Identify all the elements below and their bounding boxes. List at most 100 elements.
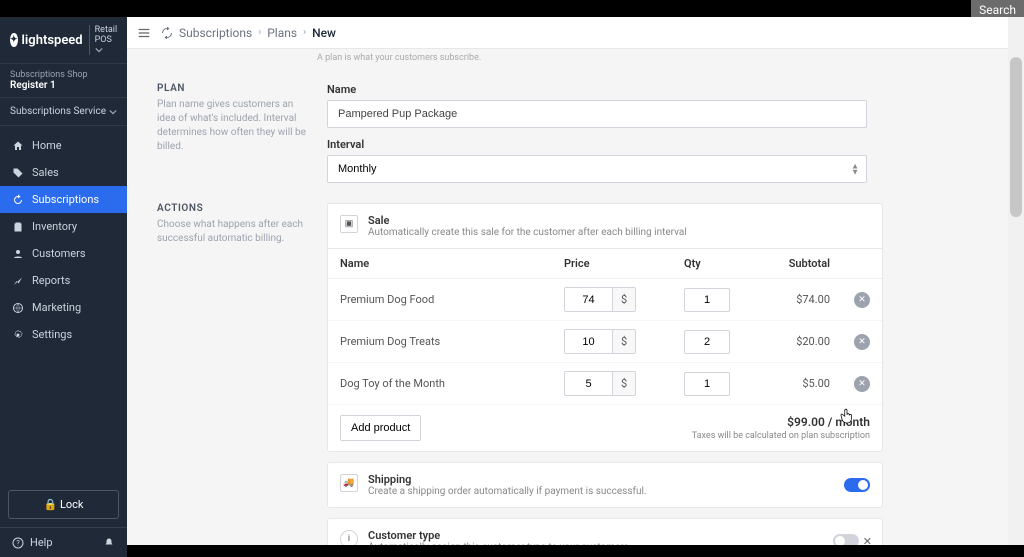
sidebar-item-label: Home — [32, 139, 62, 152]
sidebar-item-marketing[interactable]: Marketing — [0, 294, 127, 321]
tag-icon — [12, 167, 24, 179]
sale-desc: Automatically create this sale for the c… — [368, 227, 687, 238]
chevron-down-icon — [109, 108, 117, 116]
user-icon — [12, 248, 24, 260]
customer-type-panel: i Customer type Automatically assign thi… — [327, 518, 883, 545]
crumb-subscriptions[interactable]: Subscriptions — [179, 26, 252, 40]
qty-input[interactable] — [684, 330, 730, 354]
tax-note: Taxes will be calculated on plan subscri… — [692, 431, 870, 441]
price-input[interactable] — [564, 287, 612, 312]
interval-select[interactable]: Monthly — [327, 155, 867, 183]
sale-panel: ▣ Sale Automatically create this sale fo… — [327, 203, 883, 452]
name-label: Name — [327, 83, 978, 96]
table-row: Premium Dog Food$$74.00✕ — [328, 279, 882, 321]
total-amount: $99.00 / month — [692, 415, 870, 429]
sidebar-item-inventory[interactable]: Inventory — [0, 213, 127, 240]
sale-title: Sale — [368, 214, 687, 227]
truncated-intro: A plan is what your customers subscribe. — [157, 49, 978, 63]
clipboard-icon — [12, 221, 24, 233]
price-input[interactable] — [564, 371, 612, 396]
product-name: Premium Dog Treats — [328, 321, 552, 363]
shipping-toggle[interactable] — [844, 478, 870, 492]
sidebar-item-home[interactable]: Home — [0, 132, 127, 159]
refresh-icon — [12, 194, 24, 206]
sidebar-item-customers[interactable]: Customers — [0, 240, 127, 267]
sidebar-item-label: Sales — [32, 166, 59, 179]
home-icon — [12, 140, 24, 152]
section-actions-heading: ACTIONS — [157, 203, 307, 214]
subtotal: $20.00 — [762, 321, 842, 363]
cycle-icon — [161, 27, 173, 39]
col-price: Price — [552, 249, 672, 279]
table-row: Dog Toy of the Month $ $5.00 ✕ — [328, 363, 882, 405]
sidebar: ✦ lightspeed Retail POS Subscriptions Sh… — [0, 17, 127, 557]
service-selector[interactable]: Subscriptions Service — [0, 98, 127, 126]
sidebar-item-settings[interactable]: Settings — [0, 321, 127, 348]
custtype-desc: Automatically assign this customer type … — [368, 542, 631, 545]
sidebar-item-label: Inventory — [32, 220, 77, 233]
shipping-title: Shipping — [368, 473, 647, 486]
bell-icon[interactable] — [103, 537, 115, 549]
crumb-current: New — [312, 26, 336, 40]
breadcrumb: Subscriptions› Plans› New — [161, 26, 336, 40]
remove-row-button[interactable]: ✕ — [854, 376, 870, 392]
brand-sub[interactable]: Retail POS — [89, 25, 118, 55]
shop-line2: Register 1 — [10, 80, 117, 91]
sidebar-item-label: Reports — [32, 274, 70, 287]
section-actions-desc: Choose what happens after each successfu… — [157, 218, 307, 246]
sidebar-item-sales[interactable]: Sales — [0, 159, 127, 186]
shipping-desc: Create a shipping order automatically if… — [368, 486, 647, 497]
sidebar-item-label: Marketing — [32, 301, 81, 314]
main: Subscriptions› Plans› New A plan is what… — [127, 17, 1008, 545]
remove-row-button[interactable]: ✕ — [854, 334, 870, 350]
info-icon: i — [340, 530, 358, 545]
gear-icon — [12, 329, 24, 341]
globe-icon — [12, 302, 24, 314]
section-plan-heading: PLAN — [157, 83, 307, 94]
interval-label: Interval — [327, 138, 978, 151]
currency-label: $ — [612, 371, 636, 396]
shop-info[interactable]: Subscriptions Shop Register 1 — [0, 64, 127, 98]
scrollbar[interactable] — [1008, 17, 1024, 545]
truck-icon: 🚚 — [340, 474, 358, 492]
product-name: Dog Toy of the Month — [328, 363, 552, 405]
currency-label: $ — [612, 329, 636, 354]
help-link[interactable]: ?Help — [12, 536, 53, 549]
section-plan-desc: Plan name gives customers an idea of wha… — [157, 98, 307, 154]
sidebar-item-reports[interactable]: Reports — [0, 267, 127, 294]
remove-row-button[interactable]: ✕ — [854, 292, 870, 308]
help-icon: ? — [12, 537, 24, 549]
price-input[interactable] — [564, 329, 612, 354]
sidebar-item-label: Customers — [32, 247, 86, 260]
nav: Home Sales Subscriptions Inventory Custo… — [0, 126, 127, 482]
customer-type-toggle[interactable] — [833, 534, 859, 545]
sidebar-item-subscriptions[interactable]: Subscriptions — [0, 186, 127, 213]
close-icon[interactable]: ✕ — [863, 535, 872, 546]
sidebar-item-label: Settings — [32, 328, 72, 341]
receipt-icon: ▣ — [340, 215, 358, 233]
lock-button[interactable]: 🔒 Lock — [8, 490, 119, 519]
brand: ✦ lightspeed Retail POS — [0, 17, 127, 64]
svg-text:?: ? — [16, 539, 20, 547]
menu-icon[interactable] — [137, 26, 151, 40]
shop-line1: Subscriptions Shop — [10, 70, 117, 80]
qty-input[interactable] — [684, 372, 730, 396]
subtotal: $74.00 — [762, 279, 842, 321]
table-row: Premium Dog Treats $ $20.00 ✕ — [328, 321, 882, 363]
topbar: Subscriptions› Plans› New — [127, 17, 1008, 49]
name-input[interactable] — [327, 100, 867, 128]
service-label: Subscriptions Service — [10, 106, 106, 117]
subtotal: $5.00 — [762, 363, 842, 405]
qty-input[interactable] — [684, 288, 730, 312]
shipping-panel: 🚚 Shipping Create a shipping order autom… — [327, 462, 883, 508]
col-qty: Qty — [672, 249, 762, 279]
chart-icon — [12, 275, 24, 287]
sidebar-item-label: Subscriptions — [32, 193, 99, 206]
add-product-button[interactable]: Add product — [340, 415, 421, 441]
brand-name: lightspeed — [22, 33, 83, 48]
col-subtotal: Subtotal — [762, 249, 842, 279]
crumb-plans[interactable]: Plans — [267, 26, 297, 40]
currency-label: $ — [612, 287, 636, 312]
products-table: Name Price Qty Subtotal Premium Dog Food… — [328, 249, 882, 405]
select-arrows-icon: ▲▼ — [851, 163, 859, 174]
